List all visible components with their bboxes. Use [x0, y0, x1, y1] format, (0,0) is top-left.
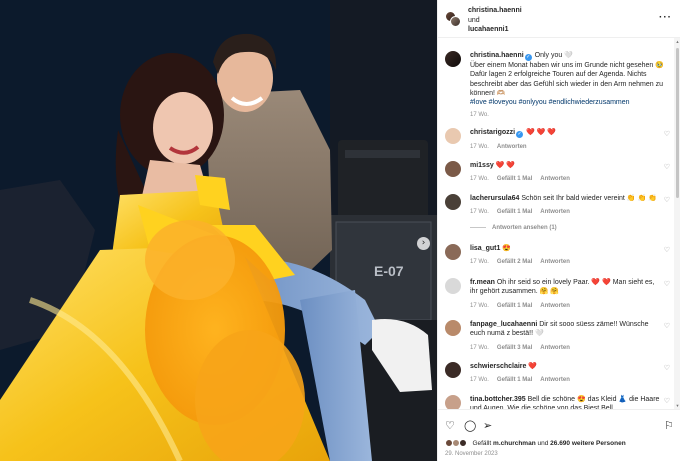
scrollbar-thumb[interactable] — [676, 48, 679, 198]
comment-text: Oh ihr seid so ein lovely Paar. ❤️ ❤️ Ma… — [470, 279, 655, 296]
likes-count[interactable]: Gefällt 2 Mal — [497, 259, 532, 265]
post-sidebar: christina.haenni und lucahaenni1 ··· chr… — [437, 0, 680, 461]
comment-username[interactable]: tina.bottcher.395 — [470, 396, 526, 403]
likes-count[interactable]: Gefällt 1 Mal — [497, 176, 532, 182]
comment-text: ❤️ ❤️ — [495, 162, 516, 169]
avatar — [458, 439, 467, 447]
avatar[interactable] — [445, 244, 461, 260]
avatar[interactable] — [445, 51, 461, 67]
comment-username[interactable]: schwierschclaire — [470, 363, 526, 370]
liked-by-user[interactable]: m.churchman — [493, 440, 536, 447]
send-icon[interactable]: ➢ — [483, 419, 492, 432]
avatar[interactable] — [445, 395, 461, 409]
comment-username[interactable]: lacherursula64 — [470, 195, 519, 202]
comment-username[interactable]: fanpage_lucahaenni — [470, 321, 537, 328]
comment: lacherursula64 Schön seit Ihr bald wiede… — [445, 194, 671, 218]
comment-text: 😍 — [502, 245, 512, 252]
comment-time: 17 Wo. — [470, 344, 489, 351]
reply-button[interactable]: Antworten — [540, 377, 570, 383]
likes-count[interactable]: Gefällt 1 Mal — [497, 303, 532, 309]
avatar[interactable] — [445, 128, 461, 144]
comment-like-icon[interactable]: ♡ — [664, 397, 670, 405]
comment: christarigozzi ✓ ❤️ ❤️ ❤️ 17 Wo. Antworten… — [445, 128, 671, 152]
comment-time: 17 Wo. — [470, 176, 489, 183]
comment-text: Schön seit Ihr bald wieder vereint 👏 👏 👏 — [521, 195, 657, 202]
avatar[interactable] — [445, 362, 461, 378]
comment: schwierschclaire ❤️ 17 Wo. Gefällt 1 Mal A… — [445, 362, 671, 386]
comment-like-icon[interactable]: ♡ — [664, 130, 670, 138]
liked-by-suffix: und — [537, 440, 549, 447]
liked-by-prefix: Gefällt — [472, 440, 492, 447]
avatar — [450, 16, 461, 27]
comment-username[interactable]: fr.mean — [470, 279, 495, 286]
caption-hashtags[interactable]: #love #loveyou #onlyyou #endlichwiederzu… — [470, 99, 630, 106]
case-label: E-07 — [374, 263, 404, 279]
caption-time: 17 Wo. — [470, 112, 489, 119]
avatar[interactable] — [445, 194, 461, 210]
reply-button[interactable]: Antworten — [540, 303, 570, 309]
bookmark-icon[interactable]: ⚐ — [664, 419, 674, 432]
verified-icon: ✓ — [524, 54, 532, 61]
post-date: 29. November 2023 — [445, 451, 498, 457]
avatar[interactable] — [445, 278, 461, 294]
comment-like-icon[interactable]: ♡ — [664, 364, 670, 372]
caption-first-line: Only you 🤍 — [534, 52, 573, 59]
comment-time: 17 Wo. — [470, 259, 489, 266]
chevron-right-icon[interactable]: › — [417, 237, 430, 250]
avatar[interactable] — [445, 161, 461, 177]
post-header: christina.haenni und lucahaenni1 ··· — [438, 0, 680, 38]
reply-button[interactable]: Antworten — [540, 259, 570, 265]
comment-like-icon[interactable]: ♡ — [664, 280, 670, 288]
comment-time: 17 Wo. — [470, 209, 489, 216]
reply-button[interactable]: Antworten — [540, 345, 570, 351]
likes-count[interactable]: Gefällt 1 Mal — [497, 209, 532, 215]
comment-username[interactable]: lisa_gut1 — [470, 245, 500, 252]
comment: mi1ssy ❤️ ❤️ 17 Wo. Gefällt 1 Mal Antworte… — [445, 161, 671, 185]
comment-like-icon[interactable]: ♡ — [664, 246, 670, 254]
post-authors: christina.haenni und lucahaenni1 — [468, 6, 522, 35]
comment-time: 17 Wo. — [470, 377, 489, 384]
verified-icon: ✓ — [516, 131, 524, 138]
comment-text: ❤️ ❤️ ❤️ — [526, 129, 557, 136]
scrollbar[interactable]: ▲ ▼ — [674, 38, 680, 409]
comment-text: ❤️ — [528, 363, 538, 370]
reply-button[interactable]: Antworten — [540, 176, 570, 182]
reply-button[interactable]: Antworten — [540, 209, 570, 215]
comment-username[interactable]: christarigozzi — [470, 129, 515, 136]
comment: lisa_gut1 😍 17 Wo. Gefällt 2 Mal Antworten… — [445, 244, 671, 268]
view-replies-button[interactable]: Antworten ansehen (1) — [470, 225, 557, 231]
liked-by-count[interactable]: 26.690 weitere Personen — [550, 440, 626, 447]
caption-text: Über einem Monat haben wir uns im Grunde… — [470, 62, 664, 97]
avatar[interactable] — [445, 320, 461, 336]
comments-scroll-area[interactable]: christina.haenni ✓ Only you 🤍 Über einem … — [438, 38, 674, 409]
likes-count[interactable]: Gefällt 1 Mal — [497, 377, 532, 383]
comment-like-icon[interactable]: ♡ — [664, 322, 670, 330]
more-horizontal-icon[interactable]: ··· — [659, 12, 672, 23]
photo-illustration: E-07 — [0, 0, 437, 461]
scroll-up-icon[interactable]: ▲ — [675, 39, 680, 44]
post-photo[interactable]: E-07 › — [0, 0, 437, 461]
caption-username[interactable]: christina.haenni — [470, 52, 524, 59]
reply-button[interactable]: Antworten — [497, 144, 527, 150]
author-username[interactable]: christina.haenni — [468, 7, 522, 14]
comment: fr.mean Oh ihr seid so ein lovely Paar. … — [445, 278, 671, 311]
comment-time: 17 Wo. — [470, 302, 489, 309]
scroll-down-icon[interactable]: ▼ — [675, 403, 680, 408]
comment-like-icon[interactable]: ♡ — [664, 163, 670, 171]
comment: tina.bottcher.395 Bell die schöne 😍 das … — [445, 395, 671, 409]
author-joiner: und — [468, 16, 480, 24]
post-actions: ♡ ◯ ➢ ⚐ Gefällt m.churchman und 26.690 w… — [438, 409, 680, 461]
collab-avatars[interactable] — [445, 11, 461, 27]
likes-count[interactable]: Gefällt 3 Mal — [497, 345, 532, 351]
author-username[interactable]: lucahaenni1 — [468, 26, 508, 33]
comment-like-icon[interactable]: ♡ — [664, 196, 670, 204]
caption: christina.haenni ✓ Only you 🤍 Über einem … — [445, 51, 671, 121]
comment-username[interactable]: mi1ssy — [470, 162, 494, 169]
comment-time: 17 Wo. — [470, 144, 489, 150]
comment: fanpage_lucahaenni Dir sit sooo süess zä… — [445, 320, 671, 353]
heart-icon[interactable]: ♡ — [445, 419, 455, 432]
comment-icon[interactable]: ◯ — [464, 419, 476, 432]
liked-by[interactable]: Gefällt m.churchman und 26.690 weitere P… — [445, 439, 626, 449]
